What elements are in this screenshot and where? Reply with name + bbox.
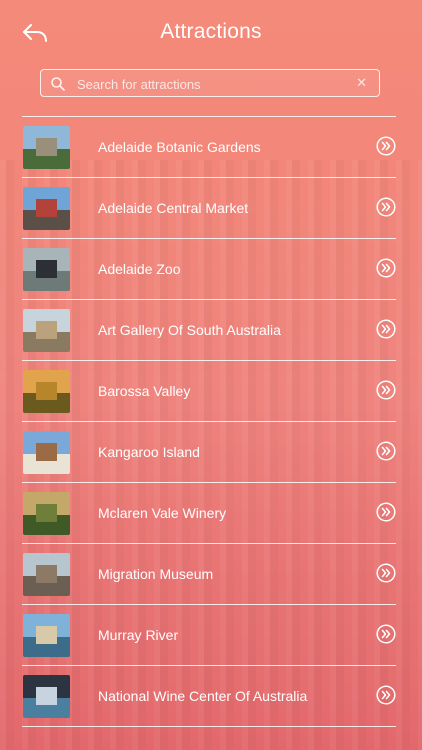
- attraction-thumbnail: [23, 491, 70, 535]
- list-item[interactable]: Kangaroo Island: [22, 422, 396, 483]
- chevron-double-right-icon[interactable]: [376, 441, 396, 461]
- list-item[interactable]: Migration Museum: [22, 544, 396, 605]
- attraction-thumbnail: [23, 308, 70, 352]
- chevron-double-right-icon[interactable]: [376, 624, 396, 644]
- attraction-thumbnail: [23, 430, 70, 474]
- attraction-thumbnail: [23, 613, 70, 657]
- chevron-double-right-icon[interactable]: [376, 258, 396, 278]
- attraction-thumbnail: [23, 674, 70, 718]
- attraction-label: Mclaren Vale Winery: [98, 505, 227, 521]
- attraction-label: Adelaide Zoo: [98, 261, 181, 277]
- chevron-double-right-icon[interactable]: [376, 319, 396, 339]
- list-item[interactable]: Art Gallery Of South Australia: [22, 300, 396, 361]
- chevron-double-right-icon[interactable]: [376, 380, 396, 400]
- attractions-list: Adelaide Botanic Gardens Adelaide Central…: [22, 116, 396, 727]
- list-item[interactable]: Barossa Valley: [22, 361, 396, 422]
- page-title: Attractions: [160, 20, 262, 43]
- attraction-label: Kangaroo Island: [98, 444, 200, 460]
- attraction-thumbnail: [23, 125, 70, 169]
- search-bar: ✕: [40, 69, 380, 98]
- list-item[interactable]: Murray River: [22, 605, 396, 666]
- attraction-thumbnail: [23, 186, 70, 230]
- list-item[interactable]: National Wine Center Of Australia: [22, 666, 396, 727]
- attraction-label: National Wine Center Of Australia: [98, 688, 308, 704]
- list-item[interactable]: Adelaide Botanic Gardens: [22, 117, 396, 178]
- header: Attractions: [0, 0, 422, 68]
- chevron-double-right-icon[interactable]: [376, 685, 396, 705]
- attraction-label: Barossa Valley: [98, 383, 191, 399]
- chevron-double-right-icon[interactable]: [376, 563, 396, 583]
- clear-icon[interactable]: ✕: [356, 75, 367, 91]
- attraction-thumbnail: [23, 552, 70, 596]
- chevron-double-right-icon[interactable]: [376, 502, 396, 522]
- attraction-label: Adelaide Botanic Gardens: [98, 139, 261, 155]
- attraction-thumbnail: [23, 247, 70, 291]
- search-icon: [50, 76, 66, 92]
- attraction-thumbnail: [23, 369, 70, 413]
- attraction-label: Adelaide Central Market: [98, 200, 249, 216]
- list-item[interactable]: Adelaide Zoo: [22, 239, 396, 300]
- list-item[interactable]: Adelaide Central Market: [22, 178, 396, 239]
- chevron-double-right-icon[interactable]: [376, 197, 396, 217]
- attraction-label: Art Gallery Of South Australia: [98, 322, 281, 338]
- attraction-label: Migration Museum: [98, 566, 214, 582]
- attraction-label: Murray River: [98, 627, 179, 643]
- list-item[interactable]: Mclaren Vale Winery: [22, 483, 396, 544]
- search-input[interactable]: [75, 70, 359, 98]
- chevron-double-right-icon[interactable]: [376, 136, 396, 156]
